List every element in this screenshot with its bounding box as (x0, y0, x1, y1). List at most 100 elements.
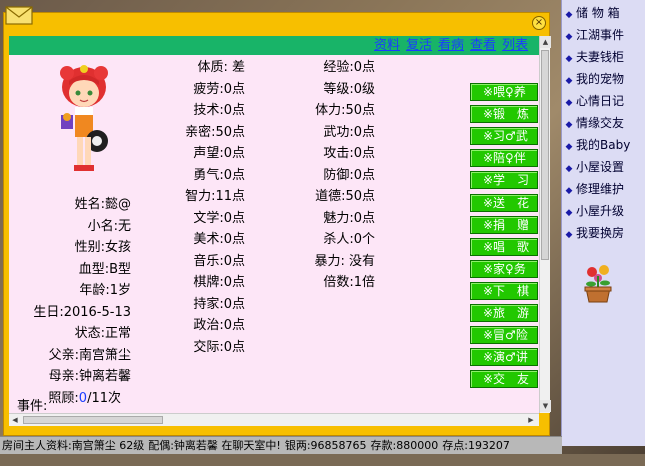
action-feed-button[interactable]: ※喂♀养 (470, 83, 538, 101)
horizontal-scroll-thumb[interactable] (23, 416, 163, 424)
nav-links: 资料 复活 看病 查看 列表 (374, 36, 534, 55)
action-exercise-button[interactable]: ※锻 炼 (470, 105, 538, 123)
diamond-bullet-icon: ◆ (565, 208, 573, 218)
mother-text: 母亲:钟离若馨 (48, 369, 131, 384)
status-spouse: 配偶:钟离若馨 在聊天室中! (148, 439, 281, 452)
bottom-strip (0, 454, 645, 466)
care-label: 照顾: (48, 391, 79, 406)
sidebar-item-change-house[interactable]: ◆ 我要换房 (562, 222, 645, 244)
sidebar-item-label: 情缘交友 (576, 116, 625, 130)
care-total: /11次 (87, 391, 121, 406)
stat-attack: 攻击:0点 (323, 146, 375, 161)
stat-courage: 勇气:0点 (193, 168, 245, 183)
sidebar-item-label: 我的Baby (576, 138, 631, 152)
stat-fatigue: 疲劳:0点 (193, 82, 245, 97)
flower-pot-icon (584, 265, 612, 303)
action-study-button[interactable]: ※学 习 (470, 171, 538, 189)
diamond-bullet-icon: ◆ (565, 98, 573, 108)
link-revive[interactable]: 复活 (406, 38, 432, 53)
stat-violence: 暴力: 没有 (314, 254, 375, 269)
blood-type-text: 血型:B型 (78, 262, 131, 277)
status-owner: 房间主人资料:南宫箫尘 62级 (2, 439, 145, 452)
diamond-bullet-icon: ◆ (565, 230, 573, 240)
title-bar: 资料 复活 看病 查看 列表 (9, 36, 539, 55)
link-view[interactable]: 查看 (470, 38, 496, 53)
stat-multiplier: 倍数:1倍 (323, 275, 375, 290)
vertical-scroll-thumb[interactable] (541, 50, 549, 260)
profile-dialog: × 资料 复活 看病 查看 列表 姓名:懿@ 小名:无 性别:女孩 血型:B型 … (3, 6, 551, 436)
sidebar-item-mood-diary[interactable]: ◆ 心情日记 (562, 90, 645, 112)
sidebar-item-label: 小屋升级 (576, 204, 625, 218)
sidebar: ◆ 储 物 箱 ◆ 江湖事件 ◆ 夫妻钱柜 ◆ 我的宠物 ◆ 心情日记 ◆ 情缘交友 ◆ 我的… (561, 0, 645, 446)
sidebar-item-house-upgrade[interactable]: ◆ 小屋升级 (562, 200, 645, 222)
state-text: 状态:正常 (74, 326, 131, 341)
age-text: 年龄:1岁 (79, 283, 131, 298)
link-see-doctor[interactable]: 看病 (438, 38, 464, 53)
stat-housekeeping: 持家:0点 (193, 297, 245, 312)
sidebar-item-label: 储 物 箱 (576, 6, 620, 20)
envelope-icon[interactable] (4, 4, 34, 26)
close-button[interactable]: × (532, 16, 546, 30)
diamond-bullet-icon: ◆ (565, 10, 573, 20)
scroll-left-icon[interactable]: ◀ (9, 414, 21, 426)
sidebar-item-couple-vault[interactable]: ◆ 夫妻钱柜 (562, 46, 645, 68)
diamond-bullet-icon: ◆ (565, 54, 573, 64)
stat-kills: 杀人:0个 (323, 232, 375, 247)
stat-intimacy: 亲密:50点 (185, 125, 245, 140)
stat-intelligence: 智力:11点 (185, 189, 245, 204)
action-martial-button[interactable]: ※习♂武 (470, 127, 538, 145)
vertical-scrollbar[interactable]: ▲ ▼ (539, 36, 551, 413)
status-silver: 银两:96858765 (284, 439, 367, 452)
father-text: 父亲:南宫箫尘 (48, 348, 131, 363)
stat-experience: 经验:0点 (323, 60, 375, 75)
sidebar-item-maintenance[interactable]: ◆ 修理维护 (562, 178, 645, 200)
stat-martial-arts: 武功:0点 (323, 125, 375, 140)
action-travel-button[interactable]: ※旅 游 (470, 304, 538, 322)
birthday-text: 生日:2016-5-13 (33, 305, 131, 320)
action-send-flowers-button[interactable]: ※送 花 (470, 194, 538, 212)
action-make-friends-button[interactable]: ※交 友 (470, 370, 538, 388)
sidebar-item-label: 夫妻钱柜 (576, 50, 625, 64)
horizontal-scrollbar[interactable]: ◀ ▶ (9, 413, 539, 426)
stat-politics: 政治:0点 (193, 318, 245, 333)
stat-reputation: 声望:0点 (193, 146, 245, 161)
sidebar-item-my-pets[interactable]: ◆ 我的宠物 (562, 68, 645, 90)
sidebar-item-label: 修理维护 (576, 182, 625, 196)
action-adventure-button[interactable]: ※冒♂险 (470, 326, 538, 344)
action-housework-button[interactable]: ※家♀务 (470, 260, 538, 278)
diamond-bullet-icon: ◆ (565, 76, 573, 86)
care-count: 0 (78, 391, 88, 406)
stat-stamina: 体力:50点 (315, 103, 375, 118)
action-sing-button[interactable]: ※唱 歌 (470, 238, 538, 256)
stat-charm: 魅力:0点 (323, 211, 375, 226)
status-points: 存点:193207 (442, 439, 510, 452)
stat-constitution: 体质: 差 (197, 60, 245, 75)
stat-skill: 技术:0点 (193, 103, 245, 118)
gender-text: 性别:女孩 (74, 240, 131, 255)
stat-art: 美术:0点 (193, 232, 245, 247)
scroll-up-icon[interactable]: ▲ (540, 36, 551, 48)
sidebar-item-label: 我要换房 (576, 226, 625, 240)
link-list[interactable]: 列表 (502, 38, 528, 53)
link-profile[interactable]: 资料 (374, 38, 400, 53)
sidebar-item-jianghu-events[interactable]: ◆ 江湖事件 (562, 24, 645, 46)
event-label: 事件: (17, 399, 48, 413)
scroll-down-icon[interactable]: ▼ (540, 400, 551, 412)
action-chess-button[interactable]: ※下 棋 (470, 282, 538, 300)
diamond-bullet-icon: ◆ (565, 120, 573, 130)
baby-avatar (60, 65, 108, 171)
stat-music: 音乐:0点 (193, 254, 245, 269)
sidebar-item-dating[interactable]: ◆ 情缘交友 (562, 112, 645, 134)
action-speech-button[interactable]: ※演♂讲 (470, 348, 538, 366)
scroll-right-icon[interactable]: ▶ (525, 414, 537, 426)
stat-defense: 防御:0点 (323, 168, 375, 183)
sidebar-item-my-baby[interactable]: ◆ 我的Baby (562, 134, 645, 156)
action-accompany-button[interactable]: ※陪♀伴 (470, 149, 538, 167)
status-deposit: 存款:880000 (370, 439, 439, 452)
sidebar-item-house-settings[interactable]: ◆ 小屋设置 (562, 156, 645, 178)
nickname-text: 小名:无 (87, 219, 131, 234)
sidebar-item-storage-box[interactable]: ◆ 储 物 箱 (562, 2, 645, 24)
action-donate-button[interactable]: ※捐 赠 (470, 216, 538, 234)
name-text: 姓名:懿@ (74, 197, 131, 212)
status-bar: 房间主人资料:南宫箫尘 62级 配偶:钟离若馨 在聊天室中! 银两:96858765… (0, 436, 562, 454)
